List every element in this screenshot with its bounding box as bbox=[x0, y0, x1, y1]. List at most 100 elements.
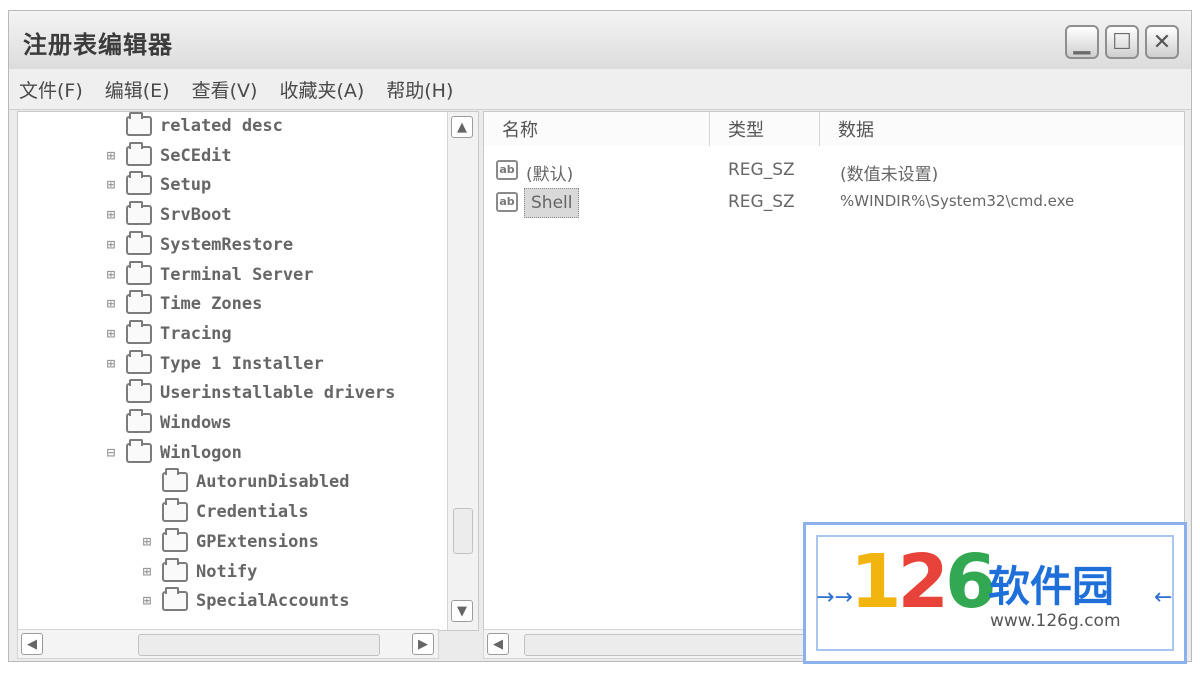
key-tree-pane: related desc ⊞ SeCEdit ⊞ Setup ⊞ SrvBoot ⊞ Syste… bbox=[17, 111, 479, 631]
tree-expander-icon[interactable]: ⊞ bbox=[104, 148, 118, 164]
maximize-button[interactable]: ☐ bbox=[1105, 25, 1139, 59]
watermark-logo: →→ 126 软件园 www.126g.com ← bbox=[803, 522, 1187, 664]
folder-icon bbox=[126, 349, 152, 374]
tree-node[interactable]: ⊞ Setup bbox=[104, 171, 211, 199]
tree-expander-icon[interactable]: ⊞ bbox=[140, 564, 154, 580]
column-header-type[interactable]: 类型 bbox=[710, 112, 820, 146]
menu-help[interactable]: 帮助(H) bbox=[386, 76, 453, 103]
tree-node[interactable]: ⊞ SystemRestore bbox=[104, 230, 294, 259]
tree-node[interactable]: ⊞ GPExtensions bbox=[140, 527, 319, 556]
tree-node-label: Terminal Server bbox=[160, 264, 314, 285]
value-row-default[interactable]: ab (默认) REG_SZ (数值未设置) bbox=[484, 156, 1184, 186]
tree-node[interactable]: ⊞ SrvBoot bbox=[104, 201, 232, 229]
folder-icon bbox=[126, 230, 152, 255]
tree-node-label: Credentials bbox=[196, 502, 309, 523]
tree-node-label: SrvBoot bbox=[160, 205, 232, 226]
tree-node[interactable]: ⊞ Type 1 Installer bbox=[104, 349, 324, 378]
folder-icon bbox=[162, 587, 188, 612]
tree-node[interactable]: Credentials bbox=[140, 498, 309, 526]
tree-node[interactable]: related desc bbox=[104, 112, 283, 140]
tree-expander-icon[interactable]: ⊞ bbox=[104, 177, 118, 193]
folder-icon bbox=[162, 468, 188, 493]
folder-icon bbox=[162, 527, 188, 552]
arrow-right-icon: ← bbox=[1154, 585, 1173, 610]
tree-expander-icon[interactable]: ⊞ bbox=[104, 326, 118, 342]
column-header-data[interactable]: 数据 bbox=[820, 112, 1184, 146]
scroll-up-button[interactable]: ▲ bbox=[451, 116, 473, 138]
column-header-name[interactable]: 名称 bbox=[484, 112, 710, 146]
value-data: (数值未设置) bbox=[840, 165, 939, 185]
tree-node-label: Windows bbox=[160, 413, 232, 433]
tree-horizontal-scrollbar[interactable]: ◀ ▶ bbox=[17, 629, 439, 659]
string-value-icon: ab bbox=[496, 192, 518, 212]
menu-edit[interactable]: 编辑(E) bbox=[105, 76, 170, 103]
tree-node-label: AutorunDisabled bbox=[196, 472, 350, 493]
tree-node[interactable]: ⊞ Tracing bbox=[104, 319, 232, 348]
digit-6: 6 bbox=[945, 539, 996, 625]
tree-node-label: SeCEdit bbox=[160, 145, 232, 166]
tree-expander-icon[interactable]: ⊞ bbox=[140, 593, 154, 609]
folder-icon bbox=[162, 557, 188, 582]
folder-icon bbox=[126, 379, 152, 404]
value-name-selected: Shell bbox=[524, 188, 580, 218]
menu-bar: 文件(F) 编辑(E) 查看(V) 收藏夹(A) 帮助(H) bbox=[9, 69, 1191, 110]
title-bar[interactable]: 注册表编辑器 ▁ ☐ ✕ bbox=[9, 11, 1191, 69]
watermark-digits: 126 bbox=[850, 539, 996, 625]
value-data: %WINDIR%\System32\cmd.exe bbox=[840, 192, 1075, 210]
close-button[interactable]: ✕ bbox=[1145, 25, 1179, 59]
tree-expander-icon[interactable]: ⊞ bbox=[104, 296, 118, 312]
tree-node-label: Userinstallable drivers bbox=[160, 383, 396, 404]
tree-node-label: SpecialAccounts bbox=[196, 591, 350, 612]
tree-node-label: Setup bbox=[160, 175, 212, 196]
folder-icon bbox=[126, 201, 152, 226]
menu-file[interactable]: 文件(F) bbox=[19, 76, 83, 103]
menu-favorites[interactable]: 收藏夹(A) bbox=[279, 76, 364, 103]
window-title: 注册表编辑器 bbox=[23, 31, 173, 59]
folder-icon bbox=[126, 409, 152, 433]
tree-node[interactable]: ⊞ Notify bbox=[140, 557, 258, 586]
tree-scroll-right-button[interactable]: ▶ bbox=[412, 633, 434, 655]
tree-expander-icon[interactable]: ⊞ bbox=[104, 207, 118, 223]
value-row-shell[interactable]: ab Shell REG_SZ %WINDIR%\System32\cmd.ex… bbox=[484, 188, 1184, 218]
tree-node[interactable]: ⊟ Winlogon bbox=[104, 438, 242, 467]
folder-icon bbox=[126, 141, 152, 166]
tree-node[interactable]: ⊞ Terminal Server bbox=[104, 260, 314, 289]
arrow-left-icon: →→ bbox=[816, 585, 853, 610]
minimize-button[interactable]: ▁ bbox=[1065, 25, 1099, 59]
tree-scroll-left-button[interactable]: ◀ bbox=[21, 633, 43, 655]
tree-node[interactable]: ⊞ SeCEdit bbox=[104, 141, 232, 170]
value-type: REG_SZ bbox=[728, 192, 795, 212]
values-scroll-left-button[interactable]: ◀ bbox=[487, 633, 509, 655]
folder-icon bbox=[162, 498, 188, 523]
tree-node-label: Notify bbox=[196, 561, 258, 582]
string-value-icon: ab bbox=[496, 160, 518, 180]
folder-icon bbox=[126, 290, 152, 315]
scroll-thumb[interactable] bbox=[453, 508, 473, 554]
tree-node[interactable]: ⊞ Time Zones bbox=[104, 290, 262, 318]
tree-node-label: SystemRestore bbox=[160, 234, 294, 255]
tree-expander-icon[interactable]: ⊞ bbox=[140, 534, 154, 550]
watermark-url: www.126g.com bbox=[990, 611, 1121, 631]
folder-icon bbox=[126, 171, 152, 196]
tree-node[interactable]: Userinstallable drivers bbox=[104, 379, 395, 407]
tree-node-label: Time Zones bbox=[160, 294, 263, 315]
tree-node[interactable]: AutorunDisabled bbox=[140, 468, 350, 496]
scroll-down-button[interactable]: ▼ bbox=[451, 600, 473, 622]
tree-vertical-scrollbar[interactable]: ▲ ▼ bbox=[447, 112, 478, 630]
folder-icon bbox=[126, 260, 152, 285]
folder-icon bbox=[126, 112, 152, 136]
tree-hscroll-thumb[interactable] bbox=[138, 634, 380, 656]
tree-expander-icon[interactable]: ⊞ bbox=[104, 237, 118, 253]
tree-node-label: Tracing bbox=[160, 323, 232, 344]
value-type: REG_SZ bbox=[728, 160, 795, 180]
tree-node[interactable]: ⊞ SpecialAccounts bbox=[140, 587, 350, 615]
tree-expander-icon[interactable]: ⊞ bbox=[104, 267, 118, 283]
tree-expander-icon[interactable]: ⊟ bbox=[104, 445, 118, 461]
tree-expander-icon[interactable]: ⊞ bbox=[104, 356, 118, 372]
watermark-text: 软件园 bbox=[988, 562, 1115, 611]
folder-icon bbox=[126, 319, 152, 344]
menu-view[interactable]: 查看(V) bbox=[192, 76, 258, 103]
digit-2: 2 bbox=[897, 539, 949, 625]
tree-node[interactable]: Windows bbox=[104, 409, 232, 437]
digit-1: 1 bbox=[850, 539, 901, 625]
